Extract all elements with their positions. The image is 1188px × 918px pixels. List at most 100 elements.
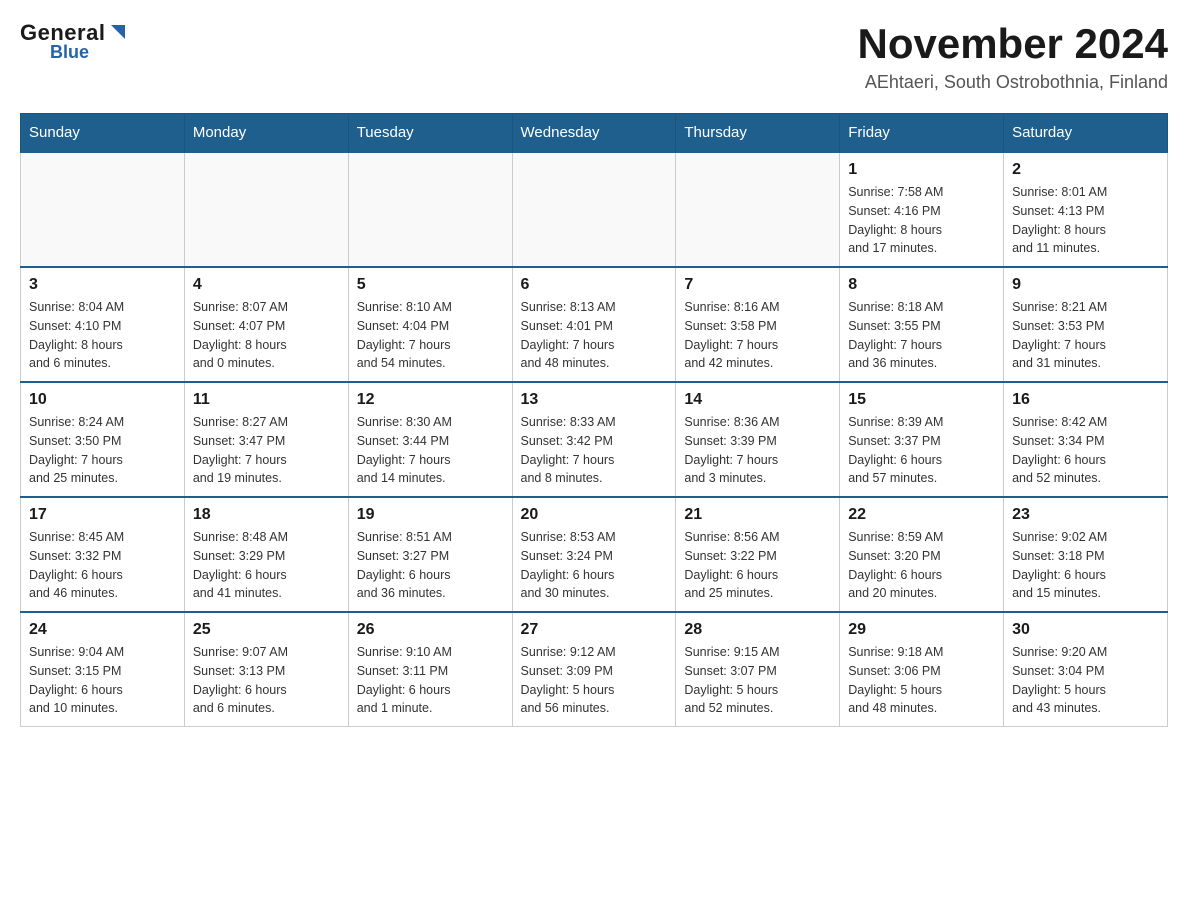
day-number: 7 — [684, 276, 831, 294]
day-info: Sunrise: 8:27 AMSunset: 3:47 PMDaylight:… — [193, 413, 340, 488]
calendar-cell: 3 Sunrise: 8:04 AMSunset: 4:10 PMDaylight… — [21, 267, 185, 382]
weekday-header-wednesday: Wednesday — [512, 114, 676, 153]
calendar-cell: 18 Sunrise: 8:48 AMSunset: 3:29 PMDayligh… — [184, 497, 348, 612]
day-number: 24 — [29, 621, 176, 639]
day-number: 23 — [1012, 506, 1159, 524]
day-number: 9 — [1012, 276, 1159, 294]
week-row-4: 17 Sunrise: 8:45 AMSunset: 3:32 PMDayligh… — [21, 497, 1168, 612]
day-number: 26 — [357, 621, 504, 639]
calendar-cell: 13 Sunrise: 8:33 AMSunset: 3:42 PMDayligh… — [512, 382, 676, 497]
day-number: 14 — [684, 391, 831, 409]
calendar-cell: 24 Sunrise: 9:04 AMSunset: 3:15 PMDayligh… — [21, 612, 185, 727]
day-number: 17 — [29, 506, 176, 524]
weekday-header-friday: Friday — [840, 114, 1004, 153]
day-info: Sunrise: 9:12 AMSunset: 3:09 PMDaylight:… — [521, 643, 668, 718]
day-info: Sunrise: 8:48 AMSunset: 3:29 PMDaylight:… — [193, 528, 340, 603]
day-info: Sunrise: 9:10 AMSunset: 3:11 PMDaylight:… — [357, 643, 504, 718]
day-info: Sunrise: 8:04 AMSunset: 4:10 PMDaylight:… — [29, 298, 176, 373]
calendar-cell: 12 Sunrise: 8:30 AMSunset: 3:44 PMDayligh… — [348, 382, 512, 497]
day-info: Sunrise: 9:18 AMSunset: 3:06 PMDaylight:… — [848, 643, 995, 718]
day-info: Sunrise: 8:07 AMSunset: 4:07 PMDaylight:… — [193, 298, 340, 373]
day-number: 30 — [1012, 621, 1159, 639]
day-info: Sunrise: 9:20 AMSunset: 3:04 PMDaylight:… — [1012, 643, 1159, 718]
day-info: Sunrise: 8:39 AMSunset: 3:37 PMDaylight:… — [848, 413, 995, 488]
day-number: 12 — [357, 391, 504, 409]
day-number: 5 — [357, 276, 504, 294]
day-info: Sunrise: 8:33 AMSunset: 3:42 PMDaylight:… — [521, 413, 668, 488]
day-number: 4 — [193, 276, 340, 294]
calendar-cell: 15 Sunrise: 8:39 AMSunset: 3:37 PMDayligh… — [840, 382, 1004, 497]
calendar-cell — [676, 152, 840, 267]
day-number: 18 — [193, 506, 340, 524]
day-info: Sunrise: 8:53 AMSunset: 3:24 PMDaylight:… — [521, 528, 668, 603]
day-number: 29 — [848, 621, 995, 639]
day-info: Sunrise: 8:30 AMSunset: 3:44 PMDaylight:… — [357, 413, 504, 488]
calendar-cell: 20Sunrise: 8:53 AMSunset: 3:24 PMDayligh… — [512, 497, 676, 612]
day-info: Sunrise: 8:42 AMSunset: 3:34 PMDaylight:… — [1012, 413, 1159, 488]
page-header: General Blue November 2024 AEhtaeri, Sou… — [20, 20, 1168, 93]
calendar-cell: 11 Sunrise: 8:27 AMSunset: 3:47 PMDayligh… — [184, 382, 348, 497]
calendar-cell: 5 Sunrise: 8:10 AMSunset: 4:04 PMDaylight… — [348, 267, 512, 382]
calendar-cell: 8Sunrise: 8:18 AMSunset: 3:55 PMDaylight… — [840, 267, 1004, 382]
location-text: AEhtaeri, South Ostrobothnia, Finland — [857, 72, 1168, 93]
day-number: 3 — [29, 276, 176, 294]
day-number: 25 — [193, 621, 340, 639]
day-info: Sunrise: 8:45 AMSunset: 3:32 PMDaylight:… — [29, 528, 176, 603]
calendar-cell: 22Sunrise: 8:59 AMSunset: 3:20 PMDayligh… — [840, 497, 1004, 612]
weekday-header-saturday: Saturday — [1004, 114, 1168, 153]
calendar-cell: 30 Sunrise: 9:20 AMSunset: 3:04 PMDayligh… — [1004, 612, 1168, 727]
day-info: Sunrise: 8:01 AMSunset: 4:13 PMDaylight:… — [1012, 183, 1159, 258]
calendar-cell: 25Sunrise: 9:07 AMSunset: 3:13 PMDayligh… — [184, 612, 348, 727]
day-info: Sunrise: 8:56 AMSunset: 3:22 PMDaylight:… — [684, 528, 831, 603]
logo: General Blue — [20, 20, 129, 63]
day-number: 21 — [684, 506, 831, 524]
day-number: 1 — [848, 161, 995, 179]
day-number: 11 — [193, 391, 340, 409]
calendar-cell: 23 Sunrise: 9:02 AMSunset: 3:18 PMDayligh… — [1004, 497, 1168, 612]
calendar-cell: 7 Sunrise: 8:16 AMSunset: 3:58 PMDaylight… — [676, 267, 840, 382]
calendar-cell: 27 Sunrise: 9:12 AMSunset: 3:09 PMDayligh… — [512, 612, 676, 727]
calendar-cell: 26 Sunrise: 9:10 AMSunset: 3:11 PMDayligh… — [348, 612, 512, 727]
calendar-header: SundayMondayTuesdayWednesdayThursdayFrid… — [21, 114, 1168, 153]
day-info: Sunrise: 9:15 AMSunset: 3:07 PMDaylight:… — [684, 643, 831, 718]
calendar-cell: 14 Sunrise: 8:36 AMSunset: 3:39 PMDayligh… — [676, 382, 840, 497]
calendar-cell: 21 Sunrise: 8:56 AMSunset: 3:22 PMDayligh… — [676, 497, 840, 612]
day-info: Sunrise: 8:59 AMSunset: 3:20 PMDaylight:… — [848, 528, 995, 603]
day-number: 16 — [1012, 391, 1159, 409]
day-number: 13 — [521, 391, 668, 409]
day-number: 10 — [29, 391, 176, 409]
month-title: November 2024 — [857, 20, 1168, 68]
calendar-body: 1 Sunrise: 7:58 AMSunset: 4:16 PMDaylight… — [21, 152, 1168, 727]
day-info: Sunrise: 8:16 AMSunset: 3:58 PMDaylight:… — [684, 298, 831, 373]
calendar-cell: 6Sunrise: 8:13 AMSunset: 4:01 PMDaylight… — [512, 267, 676, 382]
calendar-table: SundayMondayTuesdayWednesdayThursdayFrid… — [20, 113, 1168, 727]
week-row-1: 1 Sunrise: 7:58 AMSunset: 4:16 PMDaylight… — [21, 152, 1168, 267]
day-number: 27 — [521, 621, 668, 639]
week-row-5: 24 Sunrise: 9:04 AMSunset: 3:15 PMDayligh… — [21, 612, 1168, 727]
calendar-cell: 10Sunrise: 8:24 AMSunset: 3:50 PMDayligh… — [21, 382, 185, 497]
day-info: Sunrise: 9:04 AMSunset: 3:15 PMDaylight:… — [29, 643, 176, 718]
calendar-cell: 17 Sunrise: 8:45 AMSunset: 3:32 PMDayligh… — [21, 497, 185, 612]
weekday-header-sunday: Sunday — [21, 114, 185, 153]
calendar-cell: 2Sunrise: 8:01 AMSunset: 4:13 PMDaylight… — [1004, 152, 1168, 267]
title-section: November 2024 AEhtaeri, South Ostrobothn… — [857, 20, 1168, 93]
day-number: 6 — [521, 276, 668, 294]
day-info: Sunrise: 9:02 AMSunset: 3:18 PMDaylight:… — [1012, 528, 1159, 603]
day-number: 15 — [848, 391, 995, 409]
day-info: Sunrise: 8:21 AMSunset: 3:53 PMDaylight:… — [1012, 298, 1159, 373]
day-info: Sunrise: 8:36 AMSunset: 3:39 PMDaylight:… — [684, 413, 831, 488]
calendar-cell — [21, 152, 185, 267]
week-row-2: 3 Sunrise: 8:04 AMSunset: 4:10 PMDaylight… — [21, 267, 1168, 382]
calendar-cell: 28 Sunrise: 9:15 AMSunset: 3:07 PMDayligh… — [676, 612, 840, 727]
calendar-cell — [184, 152, 348, 267]
weekday-header-row: SundayMondayTuesdayWednesdayThursdayFrid… — [21, 114, 1168, 153]
day-info: Sunrise: 8:10 AMSunset: 4:04 PMDaylight:… — [357, 298, 504, 373]
calendar-cell — [348, 152, 512, 267]
weekday-header-thursday: Thursday — [676, 114, 840, 153]
day-number: 28 — [684, 621, 831, 639]
calendar-cell: 4 Sunrise: 8:07 AMSunset: 4:07 PMDaylight… — [184, 267, 348, 382]
calendar-cell: 1 Sunrise: 7:58 AMSunset: 4:16 PMDaylight… — [840, 152, 1004, 267]
logo-blue-text: Blue — [50, 42, 89, 63]
day-info: Sunrise: 8:51 AMSunset: 3:27 PMDaylight:… — [357, 528, 504, 603]
day-info: Sunrise: 7:58 AMSunset: 4:16 PMDaylight:… — [848, 183, 995, 258]
